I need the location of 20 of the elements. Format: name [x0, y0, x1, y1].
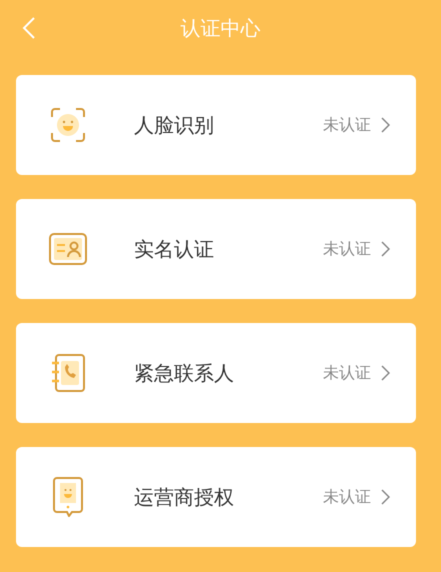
item-label: 实名认证 [134, 236, 215, 262]
chevron-right-icon [381, 117, 390, 133]
item-label: 紧急联系人 [134, 360, 235, 386]
item-label: 运营商授权 [134, 484, 235, 510]
status-text: 未认证 [323, 362, 371, 384]
status-text: 未认证 [323, 238, 371, 260]
chevron-right-icon [381, 241, 390, 257]
chevron-right-icon [381, 365, 390, 381]
face-scan-icon [48, 107, 88, 143]
chevron-right-icon [381, 489, 390, 505]
id-card-icon [48, 233, 88, 265]
verification-card[interactable]: 人脸识别 未认证 [16, 75, 416, 175]
status-text: 未认证 [323, 486, 371, 508]
item-label: 人脸识别 [134, 112, 215, 138]
verification-card[interactable]: 实名认证 未认证 [16, 199, 416, 299]
status-text: 未认证 [323, 114, 371, 136]
back-icon[interactable] [22, 16, 36, 40]
verification-card[interactable]: 紧急联系人 未认证 [16, 323, 416, 423]
page-title: 认证中心 [180, 14, 260, 42]
verification-card[interactable]: 运营商授权 未认证 [16, 447, 416, 547]
